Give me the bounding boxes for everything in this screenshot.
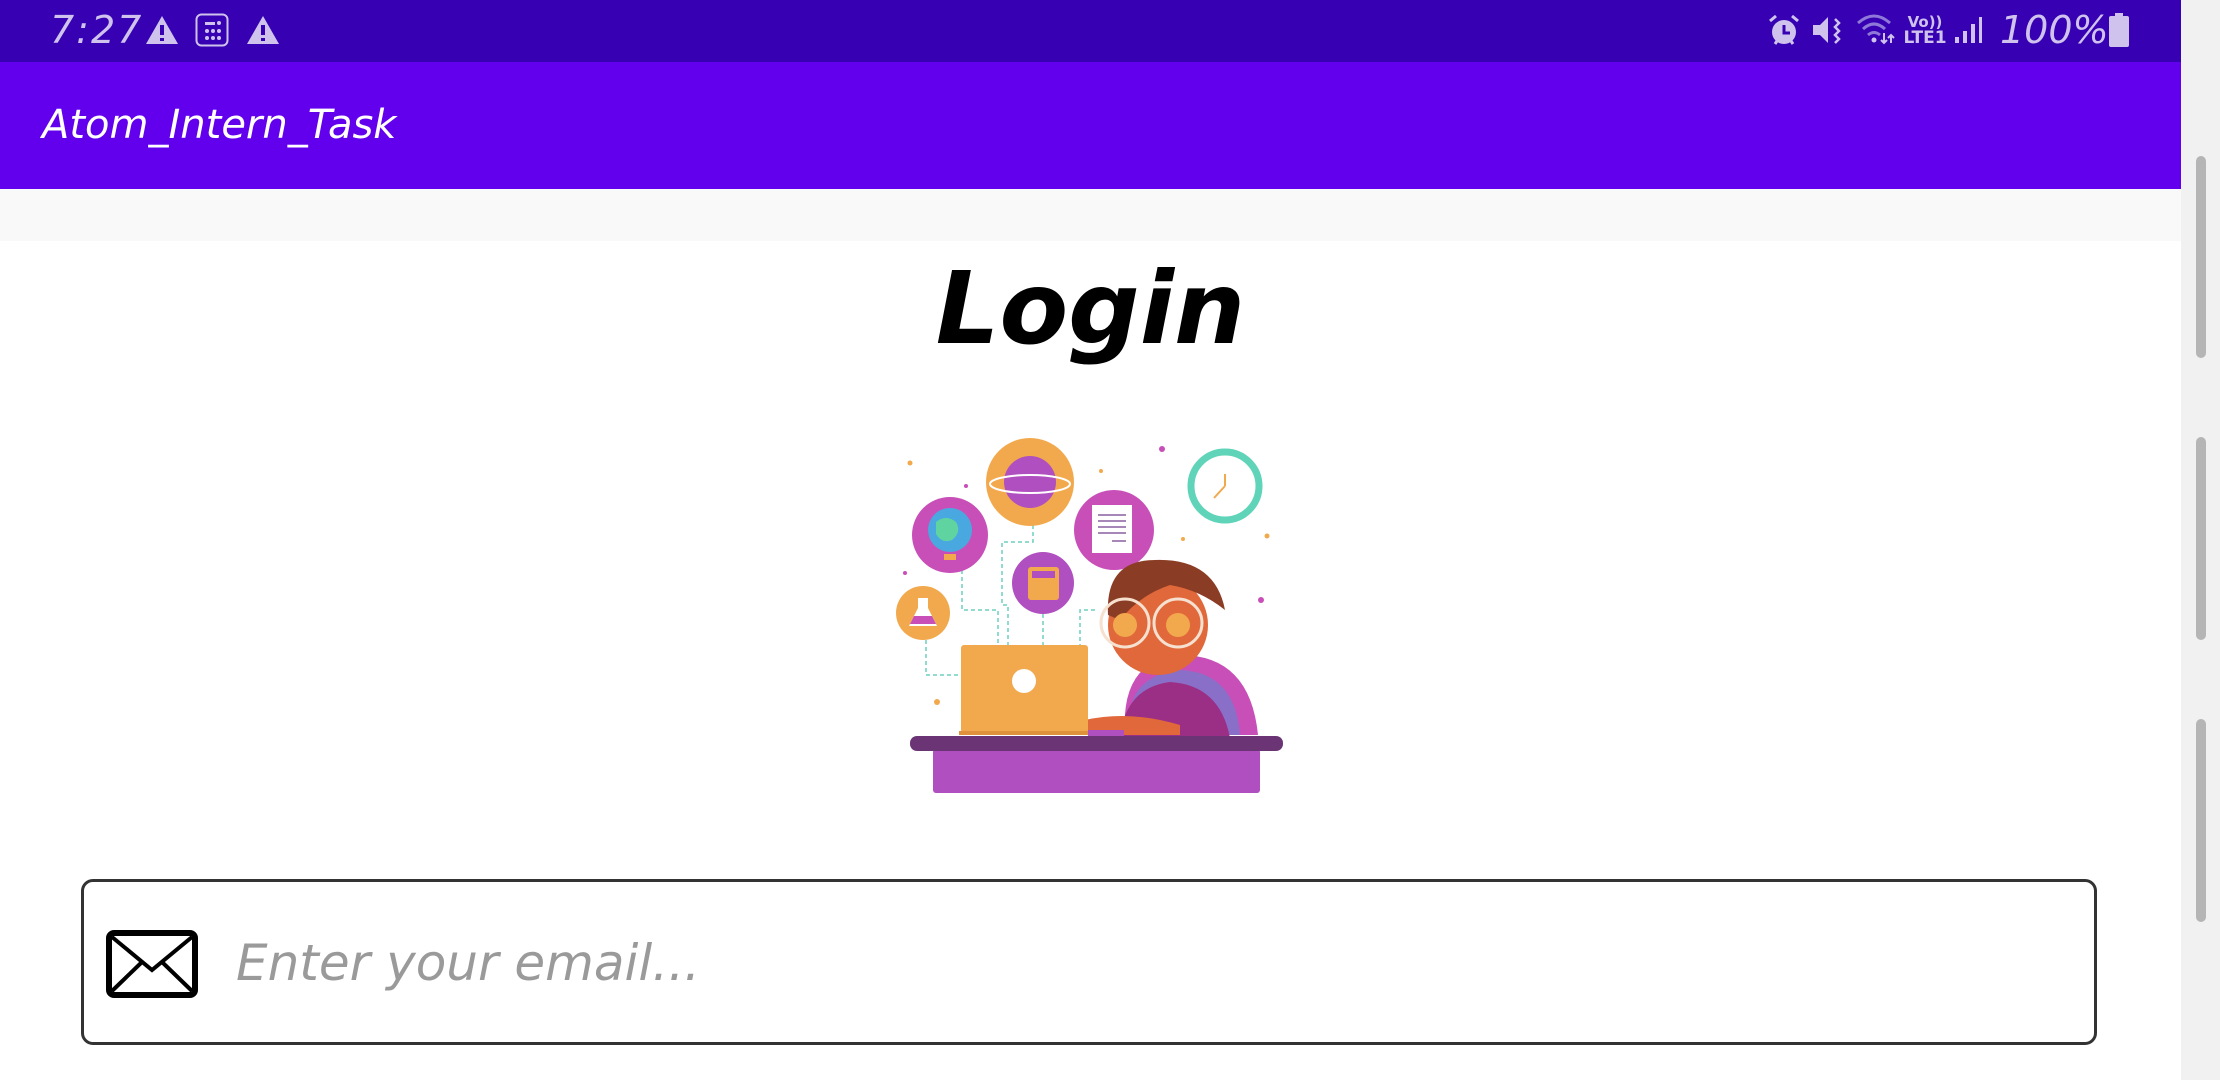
scrollbar-handle[interactable] <box>2196 719 2206 922</box>
app-title: Atom_Intern_Task <box>42 102 397 148</box>
app-bar: Atom_Intern_Task <box>0 62 2181 189</box>
envelope-icon <box>106 930 198 998</box>
calendar-grid-icon <box>192 12 232 48</box>
side-scroll-panel <box>2181 0 2220 1080</box>
alarm-icon <box>1766 12 1802 48</box>
scrollbar-handle[interactable] <box>2196 156 2206 358</box>
page-title: Login <box>935 250 1246 367</box>
student-at-laptop-illustration <box>896 438 1283 793</box>
battery-percent: 100% <box>2000 8 2109 52</box>
top-spacer <box>0 189 2181 241</box>
status-bar: 7:27 Vo)) LTE1 100% <box>0 0 2181 62</box>
status-time: 7:27 <box>50 8 144 52</box>
warning-icon <box>243 12 283 48</box>
lte-label: LTE1 <box>1903 28 1947 48</box>
signal-icon <box>1950 12 1986 48</box>
battery-icon <box>2106 12 2132 48</box>
vibrate-mute-icon <box>1810 12 1846 48</box>
volte-lte1-icon: Vo)) LTE1 <box>1903 12 1947 48</box>
scrollbar-handle[interactable] <box>2196 437 2206 640</box>
wifi-icon <box>1856 12 1896 48</box>
warning-icon <box>142 12 182 48</box>
email-input[interactable] <box>234 912 2038 1014</box>
email-field-container[interactable] <box>81 879 2097 1045</box>
